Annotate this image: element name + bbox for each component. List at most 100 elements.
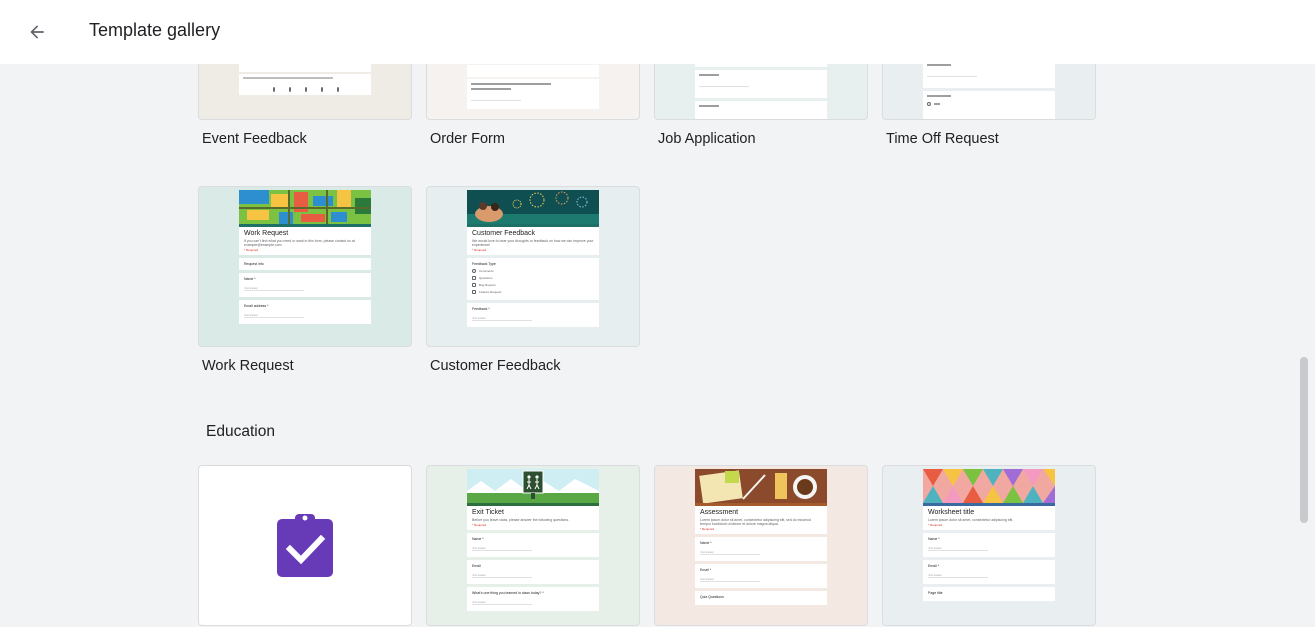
option: Feature Request (472, 290, 594, 294)
answer-placeholder: Your answer (700, 578, 760, 582)
template-thumbnail[interactable]: Worksheet title Lorem ipsum dolor sit am… (882, 465, 1096, 626)
form-question: Name * Your answer (467, 533, 599, 557)
page-title: Template gallery (89, 20, 221, 40)
form-preview: Customer Feedback We would love to hear … (467, 190, 599, 330)
required-note: * Required (244, 248, 259, 252)
answer-placeholder: Your answer (244, 287, 304, 291)
question-label: Quiz Questions (700, 595, 724, 599)
top-app-bar: Template gallery (0, 0, 1315, 64)
form-section: Quiz Questions (695, 591, 827, 605)
template-card-exit-ticket[interactable]: Exit Ticket Before you leave class, plea… (426, 465, 640, 626)
form-title: Work Request (244, 230, 289, 237)
template-card-time-off-request[interactable]: Time Off Request (882, 64, 1096, 147)
scrollbar-thumb[interactable] (1300, 357, 1308, 523)
answer-placeholder: Your answer (700, 551, 760, 555)
template-label: Time Off Request (886, 131, 999, 147)
option: Bug Reports (472, 283, 594, 287)
form-section: Page title (923, 587, 1055, 601)
question-label: Name * (700, 541, 712, 545)
desk-coffee-illustration (695, 469, 827, 503)
form-preview: Work Request If you can't find what you … (239, 190, 371, 327)
template-thumbnail[interactable]: Customer Feedback We would love to hear … (426, 186, 640, 347)
colorful-mosaic-illustration (923, 469, 1055, 503)
form-preview (695, 64, 827, 67)
form-question (923, 64, 1055, 88)
city-map-illustration (239, 190, 371, 224)
template-card-worksheet[interactable]: Worksheet title Lorem ipsum dolor sit am… (882, 465, 1096, 626)
question-label: What's one thing you learned in class to… (472, 591, 544, 595)
question-label: Email * (928, 564, 940, 568)
template-thumbnail[interactable] (882, 64, 1096, 120)
form-title: Customer Feedback (472, 230, 536, 237)
answer-placeholder: Your answer (472, 601, 532, 605)
answer-placeholder: Your answer (472, 547, 532, 551)
question-label: Name * (472, 537, 484, 541)
template-card-job-application[interactable]: Job Application (654, 64, 868, 147)
template-label: Work Request (202, 358, 294, 374)
form-question: Email * Your answer (923, 560, 1055, 584)
form-title: Exit Ticket (472, 509, 504, 516)
template-card-work-request[interactable]: Work Request If you can't find what you … (198, 186, 412, 374)
form-header: Worksheet title Lorem ipsum dolor sit am… (923, 503, 1055, 530)
form-description: Before you leave class, please answer th… (472, 518, 570, 522)
required-note: * Required (700, 527, 715, 531)
form-question (923, 91, 1055, 119)
template-label: Order Form (430, 131, 505, 147)
exit-sign-illustration (467, 469, 599, 503)
template-label: Job Application (658, 131, 756, 147)
form-preview (467, 65, 599, 77)
arrow-back-icon (30, 25, 44, 39)
template-thumbnail[interactable] (426, 64, 640, 120)
question-label: Name * (928, 537, 940, 541)
question-label: Email * (700, 568, 712, 572)
gallery-content: Event Feedback Order Form Job Applicatio… (0, 64, 1315, 627)
form-section: Request info (239, 258, 371, 270)
template-thumbnail[interactable] (654, 64, 868, 120)
back-button[interactable] (21, 16, 53, 48)
form-question: Email address * Your answer (239, 300, 371, 324)
form-question: Email Your answer (467, 560, 599, 584)
form-question: Name * Your answer (239, 273, 371, 297)
answer-placeholder: Your answer (244, 314, 304, 318)
form-header: Work Request If you can't find what you … (239, 224, 371, 255)
form-question (695, 70, 827, 98)
option: Questions (472, 276, 594, 280)
form-banner (467, 190, 599, 224)
option: Comments (472, 269, 594, 273)
rating-scale (239, 64, 371, 66)
form-description: Lorem ipsum dolor sit amet, consectetur … (700, 518, 811, 526)
form-header: Exit Ticket Before you leave class, plea… (467, 503, 599, 530)
form-title: Assessment (700, 509, 739, 516)
question-label: Name * (244, 277, 256, 281)
template-card-blank-quiz[interactable] (198, 465, 412, 626)
form-question: Name * Your answer (923, 533, 1055, 557)
form-banner (923, 469, 1055, 503)
question-label: Feedback Type (472, 262, 496, 266)
template-thumbnail[interactable]: Assessment Lorem ipsum dolor sit amet, c… (654, 465, 868, 626)
template-thumbnail[interactable] (198, 64, 412, 120)
answer-placeholder: Your answer (472, 317, 532, 321)
form-description: If you can't find what you need or want … (244, 239, 355, 247)
template-card-assessment[interactable]: Assessment Lorem ipsum dolor sit amet, c… (654, 465, 868, 626)
form-title: Worksheet title (928, 509, 975, 516)
form-question: Feedback Type Comments Questions Bug Rep… (467, 258, 599, 300)
form-banner (695, 469, 827, 503)
template-card-event-feedback[interactable]: Event Feedback (198, 64, 412, 147)
template-card-customer-feedback[interactable]: Customer Feedback We would love to hear … (426, 186, 640, 374)
form-description: Lorem ipsum dolor sit amet, consectetur … (928, 518, 1014, 522)
answer-placeholder: Your answer (928, 574, 988, 578)
question-label: Feedback * (472, 307, 490, 311)
form-description: We would love to hear your thoughts or f… (472, 239, 594, 247)
form-header: Assessment Lorem ipsum dolor sit amet, c… (695, 503, 827, 534)
form-banner (467, 469, 599, 503)
template-thumbnail[interactable]: Work Request If you can't find what you … (198, 186, 412, 347)
question-label: Page title (928, 591, 943, 595)
template-thumbnail[interactable]: Exit Ticket Before you leave class, plea… (426, 465, 640, 626)
question-label: Email (472, 564, 481, 568)
required-note: * Required (472, 523, 487, 527)
form-question (467, 79, 599, 109)
template-thumbnail[interactable] (198, 465, 412, 626)
template-card-order-form[interactable]: Order Form (426, 64, 640, 147)
form-preview: Assessment Lorem ipsum dolor sit amet, c… (695, 469, 827, 608)
form-preview (239, 64, 371, 95)
